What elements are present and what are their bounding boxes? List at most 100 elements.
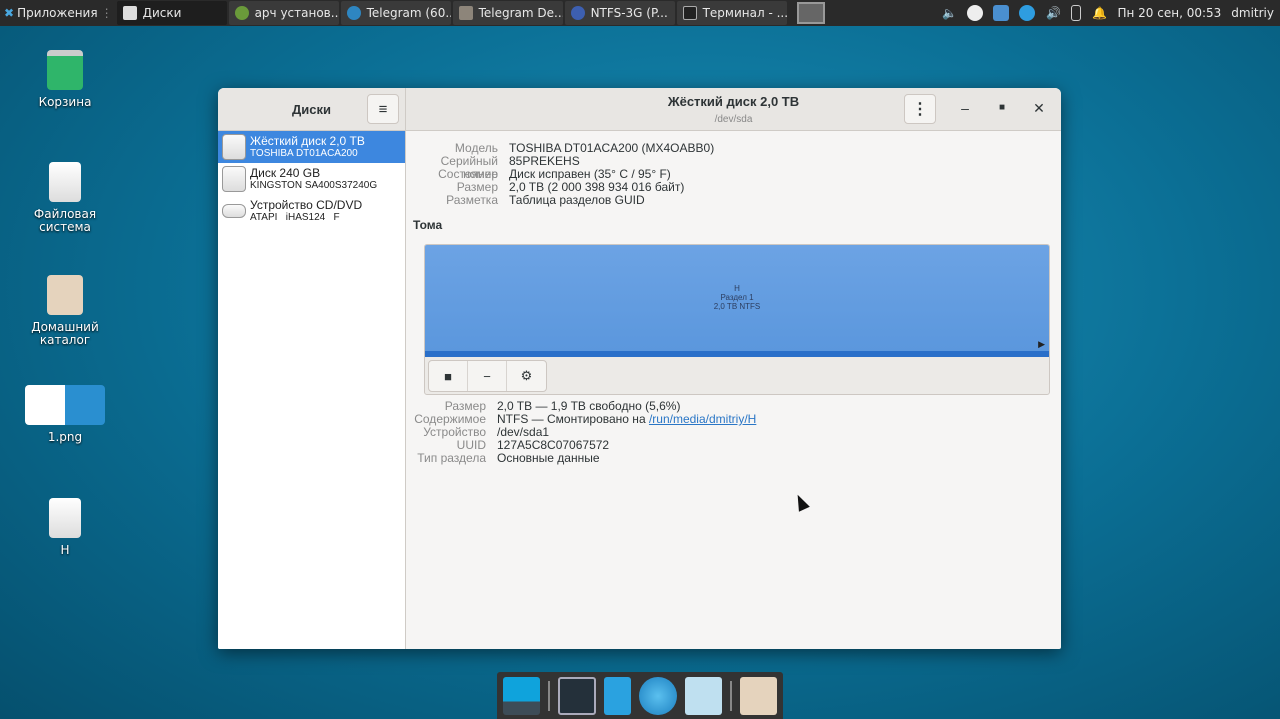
telegram-icon (346, 6, 361, 20)
disks-icon (122, 6, 137, 20)
web-browser-icon[interactable] (639, 676, 677, 715)
task-telegram[interactable]: Telegram (60... (340, 1, 451, 25)
property-text: Раздел 1 (720, 293, 754, 302)
app-menu-button[interactable]: ≡ (367, 94, 399, 124)
task-terminal[interactable]: Терминал - ... (676, 1, 787, 25)
trash-icon (47, 50, 83, 90)
property-text: Тип раздела (417, 451, 486, 465)
property-text: NTFS-3G (P... (590, 6, 668, 20)
unmount-button[interactable]: ■ (429, 361, 468, 391)
drive-details: Модель TOSHIBA DT01ACA200 (MX4OABB0) Сери… (407, 131, 1061, 649)
terminal-icon[interactable] (558, 676, 596, 715)
partition-options-button[interactable]: ⚙ (507, 361, 546, 391)
partition-block[interactable]: H Раздел 1 2,0 TB NTFS ▶ (425, 245, 1049, 357)
desktop-icon-h[interactable]: H (15, 498, 115, 557)
drive-list: Жёсткий диск 2,0 TB TOSHIBA DT01ACA200 Ди… (218, 131, 406, 649)
network-icon[interactable] (993, 5, 1010, 21)
terminal-icon (682, 6, 697, 20)
volumes-heading: Тома (413, 218, 443, 232)
xfce-logo-icon: ✖ (4, 6, 15, 20)
mount-point-link[interactable]: /run/media/dmitriy/H (649, 413, 756, 426)
browser-icon (570, 6, 585, 20)
clock[interactable]: Пн 20 сен, 00:53 (1117, 6, 1221, 20)
kebab-icon: ⋮ (912, 101, 928, 118)
gears-icon: ⚙ (520, 368, 533, 383)
volume-toolbar: ■ − ⚙ (428, 360, 547, 392)
desktop-icon-trash[interactable]: Корзина (15, 50, 115, 109)
minus-icon: − (483, 368, 491, 384)
telegram-icon[interactable] (1019, 5, 1036, 21)
shield-icon[interactable] (967, 5, 984, 21)
hamburger-icon: ≡ (378, 100, 388, 118)
search-icon[interactable] (684, 676, 722, 715)
property-text: Диски (142, 6, 182, 20)
battery-icon[interactable] (1071, 5, 1082, 21)
volume-icon[interactable]: 🔈 (941, 5, 957, 21)
property-text: ATAPI iHAS124 F (250, 212, 340, 223)
apps-menu-button[interactable]: ✖ Приложения ⋮ (0, 0, 117, 26)
drive-icon (49, 498, 81, 538)
property-text: Терминал - ... (702, 6, 787, 20)
property-text: H (734, 284, 740, 293)
mounted-indicator-icon: ▶ (1038, 339, 1045, 349)
disks-window: Диски ≡ Жёсткий диск 2,0 TB/dev/sda ⋮ – … (218, 88, 1061, 649)
disk-properties: Модель TOSHIBA DT01ACA200 (MX4OABB0) Сери… (407, 142, 1047, 207)
task-ntfs3g[interactable]: NTFS-3G (P... (564, 1, 675, 25)
desktop-icon-png[interactable]: 1.png (15, 385, 115, 444)
folder-icon (458, 6, 473, 20)
property-text: Разметка (446, 193, 498, 207)
task-disks[interactable]: Диски (116, 1, 227, 25)
property-text: Telegram (60... (366, 6, 451, 20)
desktop-icon-filesystem[interactable]: Файловая система (15, 162, 115, 234)
hard-disk-icon (222, 134, 246, 160)
sidebar-title: Диски (292, 101, 331, 117)
leaf-icon (234, 6, 249, 20)
property-text: Telegram De... (478, 6, 563, 20)
property-text: Устройство CD/DVD (250, 198, 363, 212)
property-text: 1.png (47, 430, 83, 444)
volume-map: H Раздел 1 2,0 TB NTFS ▶ ■ − ⚙ (424, 244, 1050, 395)
header-bar: Диски ≡ Жёсткий диск 2,0 TB/dev/sda ⋮ – … (218, 88, 1061, 131)
property-text: арч установ... (254, 6, 339, 20)
desktop-icon-home[interactable]: Домашний каталог (15, 275, 115, 347)
bell-icon[interactable]: 🔔 (1091, 5, 1107, 21)
desktop-icon[interactable] (503, 676, 541, 715)
folder-icon[interactable] (739, 676, 777, 715)
drive-item[interactable]: Жёсткий диск 2,0 TB TOSHIBA DT01ACA200 (218, 131, 405, 163)
user-menu[interactable]: dmitriy (1231, 6, 1274, 20)
delete-partition-button[interactable]: − (468, 361, 507, 391)
property-text: H (60, 543, 70, 557)
image-thumbnail (25, 385, 105, 425)
stop-icon: ■ (444, 368, 452, 384)
drive-icon (49, 162, 81, 202)
property-text: KINGSTON SA400S37240G (250, 180, 378, 191)
volume-properties: Размер 2,0 TB — 1,9 TB свободно (5,6%) Со… (407, 400, 1047, 465)
property-text: TOSHIBA DT01ACA200 (250, 148, 358, 159)
property-text: Корзина (38, 95, 92, 109)
minimize-button[interactable]: – (955, 100, 975, 116)
hard-disk-icon (222, 166, 246, 192)
top-panel: ✖ Приложения ⋮ Диски арч установ... Telegr… (0, 0, 1280, 26)
property-text: Жёсткий диск 2,0 TB (250, 134, 365, 148)
property-text: Приложения (17, 6, 98, 20)
property-text: Диск 240 GB (250, 166, 321, 180)
file-cabinet-icon[interactable] (603, 676, 632, 715)
workspace-switcher[interactable] (796, 2, 825, 24)
property-text: Основные данные (497, 451, 600, 465)
drive-item[interactable]: Устройство CD/DVD ATAPI iHAS124 F (218, 195, 405, 227)
property-text: Таблица разделов GUID (509, 193, 645, 207)
home-folder-icon (47, 275, 83, 315)
task-telegram-downloads[interactable]: Telegram De... (452, 1, 563, 25)
dock (497, 672, 783, 719)
optical-drive-icon (222, 204, 246, 218)
window-subtitle: /dev/sda (714, 114, 753, 125)
property-text: Домашний каталог (31, 320, 99, 347)
property-text: 2,0 TB NTFS (713, 302, 761, 311)
speaker-icon[interactable]: 🔊 (1045, 5, 1061, 21)
drive-item[interactable]: Диск 240 GB KINGSTON SA400S37240G (218, 163, 405, 195)
task-browser-arch[interactable]: арч установ... (228, 1, 339, 25)
property-text: Файловая система (33, 207, 97, 234)
maximize-button[interactable]: ■ (992, 102, 1012, 113)
drive-menu-button[interactable]: ⋮ (904, 94, 936, 124)
close-button[interactable]: ✕ (1029, 100, 1049, 117)
